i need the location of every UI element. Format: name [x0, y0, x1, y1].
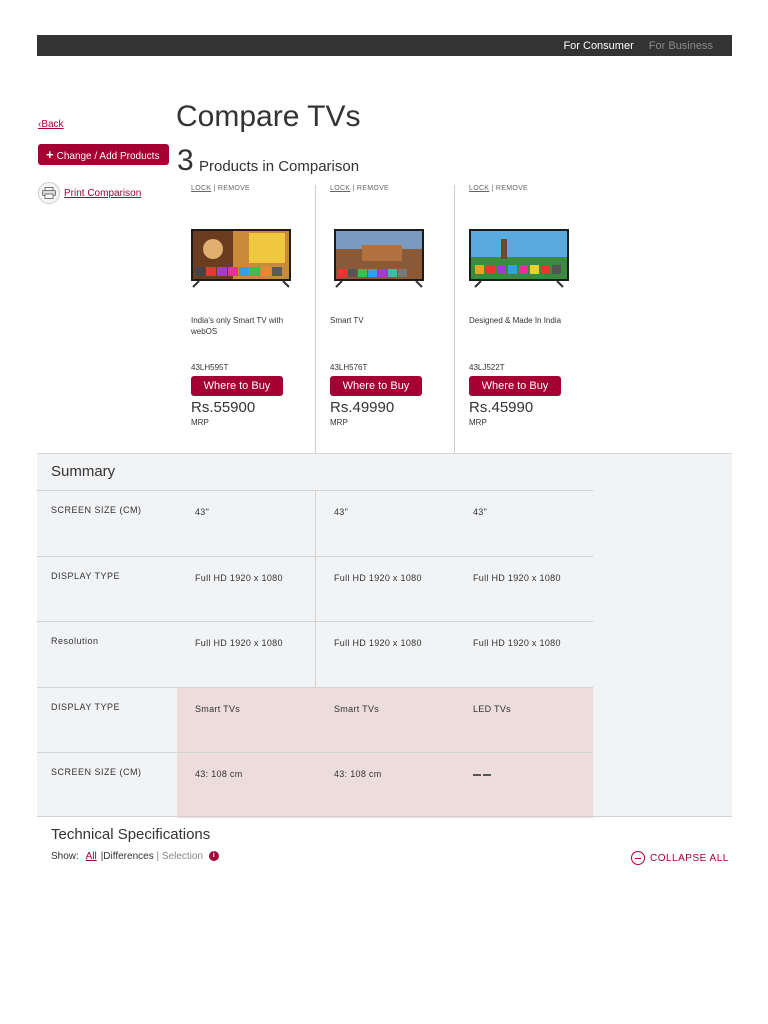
table-row: Resolution Full HD 1920 x 1080 Full HD 1… — [37, 621, 593, 687]
change-add-products-label: Change / Add Products — [56, 151, 160, 162]
tv-image[interactable] — [189, 227, 293, 291]
row-value: 43: 108 cm — [334, 769, 382, 779]
row-value: Full HD 1920 x 1080 — [473, 638, 561, 648]
product-price: Rs.45990 — [469, 399, 534, 416]
row-value: 43" — [473, 507, 488, 517]
back-link[interactable]: ‹Back — [38, 119, 64, 130]
column-divider — [315, 185, 316, 453]
product-card: LOCK | REMOVE Designed & Made In India 4… — [463, 185, 602, 453]
mrp-label: MRP — [330, 418, 348, 427]
plus-icon: + — [46, 147, 54, 162]
lock-remove: LOCK | REMOVE — [330, 185, 390, 192]
row-value: Smart TVs — [195, 703, 241, 714]
lock-link[interactable]: LOCK — [191, 185, 211, 192]
collapse-all-button[interactable]: COLLAPSE ALL — [631, 851, 729, 865]
remove-link[interactable]: REMOVE — [218, 185, 250, 192]
lock-remove: LOCK | REMOVE — [469, 185, 529, 192]
row-value: Full HD 1920 x 1080 — [195, 572, 283, 583]
product-model: 43LJ522T — [469, 363, 505, 372]
lock-link[interactable]: LOCK — [330, 185, 350, 192]
printer-icon — [38, 182, 60, 204]
lock-remove: LOCK | REMOVE — [191, 185, 251, 192]
row-label: Resolution — [51, 636, 99, 646]
tv-image[interactable] — [332, 227, 436, 291]
tv-image[interactable] — [467, 227, 571, 291]
cell-divider — [315, 622, 316, 687]
product-card: LOCK | REMOVE Smart TV 43LH576T Where to… — [324, 185, 463, 453]
column-divider — [454, 185, 455, 453]
table-row: SCREEN SIZE (CM) 43" 43" 43" — [37, 490, 593, 556]
table-row-difference: DISPLAY TYPE Smart TVs Smart TVs LED TVs — [37, 686, 593, 752]
table-row: DISPLAY TYPE Full HD 1920 x 1080 Full HD… — [37, 555, 593, 621]
product-model: 43LH576T — [330, 363, 368, 372]
change-add-products-button[interactable]: + Change / Add Products — [38, 144, 169, 165]
mrp-label: MRP — [191, 418, 209, 427]
mrp-label: MRP — [469, 418, 487, 427]
summary-title: Summary — [51, 463, 116, 480]
remove-link[interactable]: REMOVE — [496, 185, 528, 192]
cell-divider — [315, 491, 316, 556]
row-value: LED TVs — [473, 703, 511, 714]
product-count: 3 — [177, 144, 194, 177]
row-value: Full HD 1920 x 1080 — [195, 638, 283, 648]
nav-for-business[interactable]: For Business — [649, 40, 713, 52]
row-value: Full HD 1920 x 1080 — [334, 572, 422, 583]
table-row-difference: SCREEN SIZE (CM) 43: 108 cm 43: 108 cm — [37, 752, 593, 818]
row-value: 43: 108 cm — [195, 769, 243, 779]
where-to-buy-button[interactable]: Where to Buy — [191, 376, 283, 396]
top-bar: For Consumer For Business — [37, 35, 732, 56]
nav-for-consumer[interactable]: For Consumer — [563, 40, 633, 52]
product-description: India's only Smart TV with webOS — [191, 316, 284, 336]
where-to-buy-button[interactable]: Where to Buy — [330, 376, 422, 396]
product-price: Rs.49990 — [330, 399, 395, 416]
top-nav: For Consumer For Business — [551, 40, 713, 52]
filter-selection[interactable]: | Selection — [156, 851, 203, 862]
filter-all[interactable]: All — [86, 851, 97, 862]
row-label: DISPLAY TYPE — [51, 570, 121, 581]
where-to-buy-button[interactable]: Where to Buy — [469, 376, 561, 396]
summary-panel: Summary SCREEN SIZE (CM) 43" 43" 43" DIS… — [37, 453, 732, 818]
cell-divider — [315, 556, 316, 621]
panel-bottom-border — [37, 816, 732, 817]
tech-specs-title: Technical Specifications — [51, 826, 211, 843]
minus-circle-icon — [631, 851, 645, 865]
info-icon[interactable]: i — [208, 851, 219, 862]
collapse-all-label: COLLAPSE ALL — [650, 852, 729, 864]
product-card: LOCK | REMOVE India's only Smart TV with… — [185, 185, 324, 453]
product-description: Smart TV — [330, 316, 364, 325]
product-description: Designed & Made In India — [469, 316, 562, 325]
product-model: 43LH595T — [191, 363, 229, 372]
row-value: Full HD 1920 x 1080 — [473, 572, 561, 583]
page-title: Compare TVs — [176, 100, 361, 133]
show-filter: Show: All |Differences | Selection i — [51, 851, 219, 862]
difference-highlight — [177, 687, 593, 752]
difference-highlight — [177, 753, 593, 818]
row-value: Full HD 1920 x 1080 — [334, 638, 422, 648]
filter-differences[interactable]: |Differences — [101, 851, 154, 862]
row-label: DISPLAY TYPE — [51, 701, 121, 712]
summary-table: SCREEN SIZE (CM) 43" 43" 43" DISPLAY TYP… — [37, 490, 593, 818]
row-value: 43" — [334, 507, 349, 517]
product-price: Rs.55900 — [191, 399, 256, 416]
print-comparison[interactable]: Print Comparison — [38, 182, 141, 204]
row-value: 43" — [195, 507, 210, 517]
row-label: SCREEN SIZE (CM) — [51, 505, 142, 515]
row-label: SCREEN SIZE (CM) — [51, 767, 142, 777]
lock-link[interactable]: LOCK — [469, 185, 489, 192]
empty-value-dash — [473, 769, 493, 779]
row-value: Smart TVs — [334, 703, 380, 714]
remove-link[interactable]: REMOVE — [357, 185, 389, 192]
product-count-label: Products in Comparison — [199, 158, 360, 175]
show-label: Show: — [51, 851, 79, 862]
print-comparison-label: Print Comparison — [64, 187, 142, 199]
